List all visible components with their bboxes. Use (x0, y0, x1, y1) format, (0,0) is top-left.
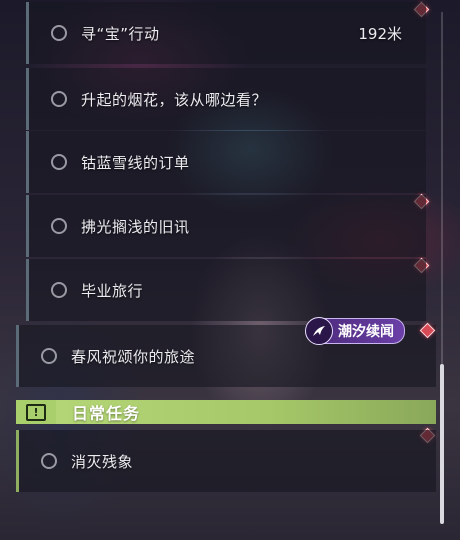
quest-item-fireworks[interactable]: 升起的烟花，该从哪边看？ (26, 68, 426, 130)
quest-item-graduation-trip[interactable]: 毕业旅行 (26, 259, 426, 321)
quest-status-ring-icon (51, 91, 67, 107)
quest-status-ring-icon (51, 154, 67, 170)
quest-item-old-news[interactable]: 拂光搁浅的旧讯 (26, 195, 426, 257)
event-tag-label: 潮汐续闻 (338, 324, 394, 340)
quest-label: 升起的烟花，该从哪边看？ (81, 90, 268, 109)
quest-label: 春风祝颂你的旅途 (71, 347, 196, 366)
quest-item-cobalt-order[interactable]: 钴蓝雪线的订单 (26, 131, 426, 193)
quest-status-ring-icon (41, 348, 57, 364)
quest-distance: 192米 (358, 24, 402, 43)
quest-status-ring-icon (51, 282, 67, 298)
quest-tracker-panel: 寻“宝”行动 192米 升起的烟花，该从哪边看？ 钴蓝雪线的订单 拂光搁浅的旧讯… (0, 0, 460, 540)
quest-label: 消灭残象 (71, 452, 134, 471)
daily-tasks-title: 日常任务 (72, 404, 141, 423)
quest-status-ring-icon (41, 453, 57, 469)
quest-label: 毕业旅行 (81, 281, 144, 300)
quest-item-treasure[interactable]: 寻“宝”行动 192米 (26, 2, 426, 64)
daily-tasks-badge: ! (16, 400, 56, 424)
quest-label: 钴蓝雪线的订单 (81, 153, 190, 172)
quest-status-ring-icon (51, 25, 67, 41)
daily-quest-item-eliminate[interactable]: 消灭残象 (16, 430, 436, 492)
event-tag-icon (305, 317, 333, 345)
scrollbar-thumb[interactable] (440, 364, 444, 524)
quest-label: 拂光搁浅的旧讯 (81, 217, 190, 236)
quest-status-ring-icon (51, 218, 67, 234)
quest-label: 寻“宝”行动 (81, 24, 160, 43)
daily-tasks-header[interactable]: ! 日常任务 (16, 400, 436, 424)
alert-icon: ! (26, 403, 46, 421)
event-tag-badge[interactable]: 潮汐续闻 (305, 317, 405, 345)
